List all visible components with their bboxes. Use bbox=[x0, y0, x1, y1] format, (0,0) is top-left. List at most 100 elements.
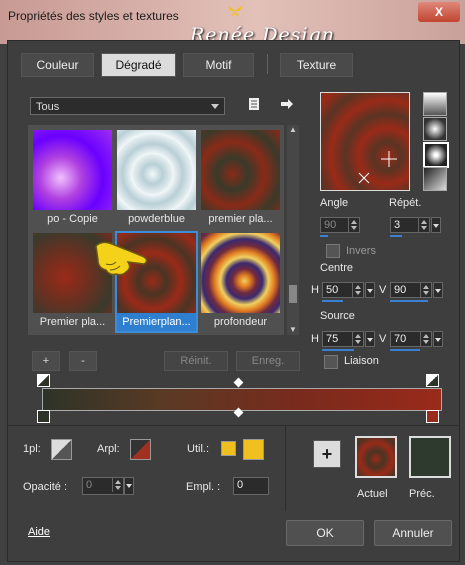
location-label: Empl. : bbox=[186, 481, 221, 493]
spin-arrows-icon[interactable] bbox=[420, 332, 431, 346]
filter-value: Tous bbox=[36, 101, 60, 113]
title-bar: Propriétés des styles et textures Renée … bbox=[0, 0, 465, 46]
source-h-dropdown[interactable] bbox=[365, 331, 375, 347]
source-v-dropdown[interactable] bbox=[433, 331, 443, 347]
new-document-icon[interactable] bbox=[246, 97, 262, 113]
angle-field[interactable]: 90 bbox=[320, 217, 360, 233]
scrollbar-thumb[interactable] bbox=[289, 285, 297, 303]
center-h-label: H bbox=[311, 284, 319, 296]
tab-motif[interactable]: Motif bbox=[183, 53, 254, 77]
angle-slider-fill[interactable] bbox=[320, 235, 328, 237]
save-gradient-button[interactable]: Enreg. bbox=[236, 351, 300, 371]
source-h-label: H bbox=[311, 333, 319, 345]
gradient-thumb[interactable]: po - Copie bbox=[33, 130, 112, 228]
center-h-field[interactable]: 50 bbox=[322, 282, 364, 298]
first-plane-swatch[interactable] bbox=[51, 439, 72, 460]
spin-arrows-icon[interactable] bbox=[352, 283, 363, 297]
gradient-filter-select[interactable]: Tous bbox=[30, 97, 225, 115]
gradient-caption: Premier pla... bbox=[39, 316, 106, 328]
sunburst-style-icon[interactable] bbox=[423, 142, 449, 168]
scroll-down-icon[interactable]: ▼ bbox=[287, 325, 299, 335]
spin-arrows-icon[interactable] bbox=[112, 478, 123, 492]
spin-arrows-icon[interactable] bbox=[420, 283, 431, 297]
linear-style-icon[interactable] bbox=[423, 92, 447, 116]
center-h-dropdown[interactable] bbox=[365, 282, 375, 298]
section-divider bbox=[7, 425, 458, 426]
first-plane-label: 1pl: bbox=[23, 443, 41, 455]
center-v-dropdown[interactable] bbox=[433, 282, 443, 298]
cancel-button[interactable]: Annuler bbox=[374, 520, 452, 546]
tab-texture[interactable]: Texture bbox=[280, 53, 353, 77]
scroll-up-icon[interactable]: ▲ bbox=[287, 125, 299, 135]
help-link[interactable]: Aide bbox=[28, 526, 50, 538]
source-v-field[interactable]: 70 bbox=[390, 331, 432, 347]
repeat-field[interactable]: 3 bbox=[390, 217, 430, 233]
util-swatch[interactable] bbox=[243, 439, 264, 460]
background-plane-label: Arpl: bbox=[97, 443, 120, 455]
angle-label: Angle bbox=[320, 197, 349, 209]
util-label: Util.: bbox=[187, 443, 209, 455]
tab-divider bbox=[267, 54, 268, 74]
color-stop-marker[interactable] bbox=[37, 410, 50, 423]
source-v-slider-fill[interactable] bbox=[390, 349, 420, 351]
previous-swatch[interactable] bbox=[409, 436, 451, 478]
source-h-value: 75 bbox=[326, 333, 339, 345]
gradient-preview[interactable] bbox=[320, 92, 410, 191]
location-field[interactable]: 0 bbox=[233, 477, 269, 495]
center-v-slider-fill[interactable] bbox=[390, 300, 428, 302]
add-to-swatches-button[interactable]: + bbox=[313, 440, 341, 468]
gradient-caption: powderblue bbox=[128, 213, 185, 225]
repeat-dropdown[interactable] bbox=[431, 217, 441, 233]
gradient-thumb[interactable]: premier pla... bbox=[201, 130, 280, 228]
link-checkbox[interactable] bbox=[324, 355, 338, 369]
reset-button[interactable]: Réinit. bbox=[164, 351, 228, 371]
chevron-down-icon bbox=[211, 104, 219, 109]
gradient-thumb[interactable]: powderblue bbox=[117, 130, 196, 228]
spin-arrows-icon[interactable] bbox=[418, 218, 429, 232]
pointing-hand-icon bbox=[95, 241, 148, 276]
center-v-value: 90 bbox=[394, 284, 407, 296]
butterfly-icon bbox=[228, 6, 242, 16]
source-v-label: V bbox=[379, 333, 387, 345]
source-h-field[interactable]: 75 bbox=[322, 331, 364, 347]
util-swatch-small[interactable] bbox=[221, 441, 236, 456]
arrow-right-icon[interactable] bbox=[279, 97, 295, 113]
color-stop-marker[interactable] bbox=[37, 374, 50, 387]
gradient-caption: Premierplan... bbox=[117, 313, 196, 331]
center-h-value: 50 bbox=[326, 284, 339, 296]
spin-arrows-icon[interactable] bbox=[348, 218, 359, 232]
tab-couleur[interactable]: Couleur bbox=[21, 53, 94, 77]
source-h-slider-fill[interactable] bbox=[322, 349, 354, 351]
opacity-field[interactable]: 0 bbox=[82, 477, 124, 495]
gradient-preview-image bbox=[117, 130, 196, 210]
library-scrollbar[interactable]: ▲ ▼ bbox=[287, 125, 299, 335]
rectangular-style-icon[interactable] bbox=[423, 117, 447, 141]
center-label: Centre bbox=[320, 262, 354, 274]
center-v-field[interactable]: 90 bbox=[390, 282, 432, 298]
gradient-editor-bar[interactable] bbox=[42, 388, 442, 411]
gradient-caption: po - Copie bbox=[47, 213, 98, 225]
previous-label: Préc. bbox=[409, 488, 435, 500]
add-gradient-button[interactable]: + bbox=[32, 351, 60, 371]
crosshair-icon bbox=[358, 151, 397, 184]
invert-checkbox[interactable] bbox=[326, 244, 340, 258]
ok-button[interactable]: OK bbox=[286, 520, 364, 546]
opacity-dropdown[interactable] bbox=[124, 477, 134, 495]
spin-arrows-icon[interactable] bbox=[352, 332, 363, 346]
radial-style-icon[interactable] bbox=[423, 167, 447, 191]
color-stop-marker[interactable] bbox=[426, 410, 439, 423]
color-stop-marker[interactable] bbox=[426, 374, 439, 387]
opacity-label: Opacité : bbox=[23, 481, 68, 493]
center-h-slider-fill[interactable] bbox=[322, 300, 343, 302]
tab-degrade[interactable]: Dégradé bbox=[101, 53, 176, 77]
location-value: 0 bbox=[237, 479, 244, 491]
close-button[interactable]: X bbox=[418, 2, 460, 22]
source-label: Source bbox=[320, 310, 355, 322]
gradient-thumb[interactable]: profondeur bbox=[201, 233, 280, 331]
background-plane-swatch[interactable] bbox=[130, 439, 151, 460]
remove-gradient-button[interactable]: - bbox=[69, 351, 97, 371]
current-swatch[interactable] bbox=[355, 436, 397, 478]
repeat-slider-fill[interactable] bbox=[390, 235, 402, 237]
angle-value: 90 bbox=[324, 219, 337, 231]
opacity-value: 0 bbox=[86, 479, 93, 491]
